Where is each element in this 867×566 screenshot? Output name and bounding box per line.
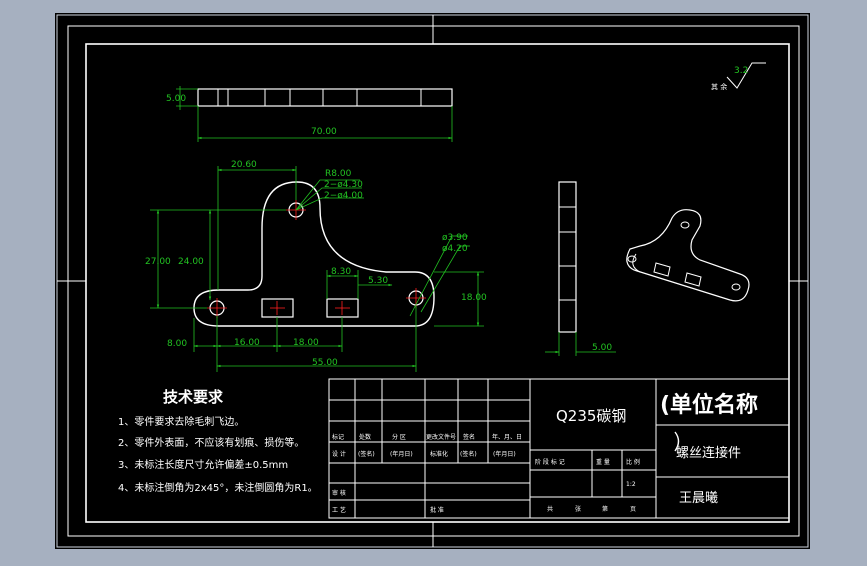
- dim-total-55: 55.00: [312, 358, 338, 368]
- tb-mark: 标记: [332, 433, 344, 441]
- dim-height-18: 18.00: [461, 293, 487, 303]
- tech-item-2: 2、零件外表面，不应该有划痕、损伤等。: [118, 436, 304, 449]
- tb-sheet-total: 共: [547, 505, 553, 513]
- part-name: 螺丝连接件: [676, 445, 741, 461]
- material-text: Q235碳钢: [556, 407, 626, 425]
- tb-standard-date: (年月日): [493, 450, 516, 458]
- dim-slot-8-30: 8.30: [331, 267, 351, 277]
- designer-name: 王晨曦: [679, 490, 718, 506]
- dim-height-27: 27.00: [145, 257, 171, 267]
- dim-holes-4-00: 2−ø4.00: [324, 191, 363, 201]
- dim-span-18: 18.00: [293, 338, 319, 348]
- tb-scale: 1:2: [626, 481, 636, 488]
- tb-change-doc: 更改文件号: [426, 433, 456, 441]
- tech-item-3: 3、未标注长度尺寸允许偏差±0.5mm: [118, 458, 288, 471]
- dim-top-thickness: 5.00: [166, 94, 186, 104]
- tech-item-4: 4、未标注倒角为2x45°，未注倒圆角为R1。: [118, 481, 318, 494]
- dim-offset-8: 8.00: [167, 339, 187, 349]
- tb-approve: 批 准: [430, 506, 444, 514]
- tb-sheet-page: 页: [630, 506, 636, 513]
- tb-stage-mark: 阶 段 标 记: [535, 458, 565, 466]
- tb-zone: 分 区: [392, 433, 406, 441]
- tb-standard-sign: (签名): [460, 450, 477, 458]
- dim-hole-3-90: ø3.90: [442, 233, 468, 243]
- dim-width-20-60: 20.60: [231, 160, 257, 170]
- tb-design-sign: (签名): [358, 450, 375, 458]
- tb-sheet-no: 第: [602, 505, 608, 513]
- dim-side-thickness: 5.00: [592, 343, 612, 353]
- tb-count: 处数: [359, 433, 371, 441]
- cad-drawing-viewport[interactable]: 5.00 70.00 其 余 3.2 20.60 R8.00 2−ø4.30 2…: [0, 0, 867, 562]
- dim-radius-r8: R8.00: [325, 169, 352, 179]
- tb-sheet-unit: 张: [575, 505, 581, 513]
- tb-design: 设 计: [332, 450, 346, 458]
- tb-ratio: 比 例: [626, 458, 640, 466]
- tb-weight: 重 量: [596, 458, 610, 466]
- dim-height-24: 24.00: [178, 257, 204, 267]
- dim-span-16: 16.00: [234, 338, 260, 348]
- tech-title: 技术要求: [163, 388, 224, 406]
- dim-holes-4-30: 2−ø4.30: [324, 180, 363, 190]
- roughness-label: 其 余: [711, 82, 727, 91]
- unit-name: (单位名称: [660, 392, 758, 418]
- tech-item-1: 1、零件要求去除毛刺飞边。: [118, 415, 244, 428]
- tb-review: 审 核: [332, 489, 346, 497]
- tb-date: 年、月、日: [492, 433, 522, 441]
- dim-hole-4-20: ø4.20: [442, 244, 468, 254]
- tb-process: 工 艺: [332, 506, 346, 514]
- dim-slot-5-30: 5.30: [368, 276, 388, 286]
- tb-sign: 签名: [463, 433, 475, 441]
- tb-design-date: (年月日): [390, 450, 413, 458]
- dim-top-length: 70.00: [311, 127, 337, 137]
- drawing-sheet: 5.00 70.00 其 余 3.2 20.60 R8.00 2−ø4.30 2…: [55, 13, 810, 549]
- tb-standard: 标准化: [430, 450, 448, 458]
- roughness-value: 3.2: [734, 66, 748, 76]
